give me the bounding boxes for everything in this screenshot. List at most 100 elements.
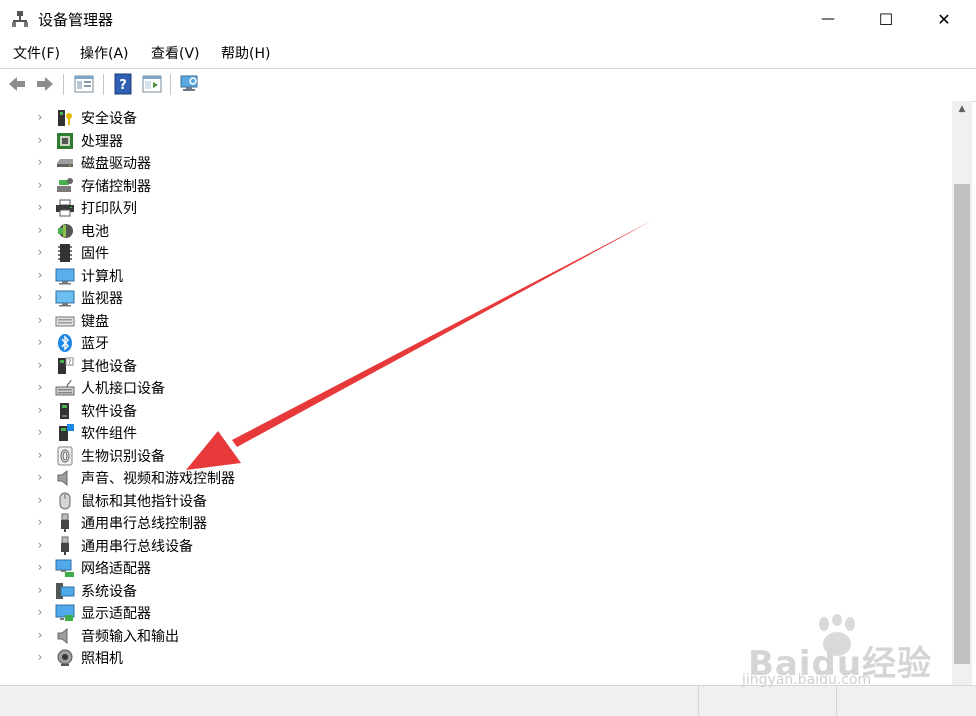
tree-item-label: 软件设备 — [81, 404, 137, 420]
tree-item-hid[interactable]: › 人机接口设备 — [0, 377, 900, 399]
tree-item-label: 安全设备 — [81, 111, 137, 127]
chevron-right-icon[interactable]: › — [34, 538, 46, 552]
status-bar-divider — [698, 686, 699, 716]
properties-icon[interactable] — [73, 73, 95, 95]
tree-item-label: 处理器 — [81, 134, 123, 150]
status-bar-divider — [836, 686, 837, 716]
title-bar: 设备管理器 — ☐ ✕ — [0, 0, 976, 38]
chevron-right-icon[interactable]: › — [34, 403, 46, 417]
menu-view[interactable]: 查看(V) — [151, 43, 200, 63]
status-bar — [0, 685, 976, 716]
tree-item-label: 通用串行总线设备 — [81, 539, 193, 555]
tree-item-label: 蓝牙 — [81, 336, 109, 352]
tree-item-usb-controllers[interactable]: › 通用串行总线控制器 — [0, 512, 900, 534]
scroll-thumb[interactable] — [954, 184, 970, 664]
watermark-url: jingyan.baidu.com — [742, 672, 872, 688]
close-icon: ✕ — [937, 9, 951, 29]
tree-item-system-devices[interactable]: › 系统设备 — [0, 580, 900, 602]
close-button[interactable]: ✕ — [915, 0, 973, 38]
chevron-right-icon[interactable]: › — [34, 628, 46, 642]
tree-item-other-devices[interactable]: › ? 其他设备 — [0, 355, 900, 377]
vertical-scrollbar[interactable]: ▲ — [952, 101, 972, 685]
speaker-icon — [57, 469, 68, 487]
chevron-right-icon[interactable]: › — [34, 583, 46, 597]
tree-item-label: 音频输入和输出 — [81, 629, 179, 645]
chevron-right-icon[interactable]: › — [34, 448, 46, 462]
firmware-icon — [58, 244, 72, 262]
chevron-right-icon[interactable]: › — [34, 245, 46, 259]
tree-item-label: 显示适配器 — [81, 606, 151, 622]
chevron-right-icon[interactable]: › — [34, 605, 46, 619]
tree-item-print-queues[interactable]: › 打印队列 — [0, 197, 900, 219]
maximize-button[interactable]: ☐ — [857, 0, 915, 38]
chevron-right-icon[interactable]: › — [34, 223, 46, 237]
software-device-icon — [60, 403, 69, 419]
tree-item-mice[interactable]: › 鼠标和其他指针设备 — [0, 490, 900, 512]
tree-item-sound-video-game-controllers[interactable]: › 声音、视频和游戏控制器 — [0, 467, 900, 489]
tree-item-disk-drives[interactable]: › 磁盘驱动器 — [0, 152, 900, 174]
tree-item-computer[interactable]: › 计算机 — [0, 265, 900, 287]
chevron-right-icon[interactable]: › — [34, 380, 46, 394]
toolbar-separator — [63, 74, 64, 95]
help-icon[interactable]: ? — [112, 73, 134, 95]
maximize-icon: ☐ — [878, 9, 894, 29]
chevron-right-icon[interactable]: › — [34, 470, 46, 484]
chevron-right-icon[interactable]: › — [34, 650, 46, 664]
chevron-right-icon[interactable]: › — [34, 133, 46, 147]
tree-item-usb-devices[interactable]: › 通用串行总线设备 — [0, 535, 900, 557]
tree-item-keyboards[interactable]: › 键盘 — [0, 310, 900, 332]
tree-item-processors[interactable]: › 处理器 — [0, 130, 900, 152]
tree-item-label: 系统设备 — [81, 584, 137, 600]
chevron-right-icon[interactable]: › — [34, 425, 46, 439]
toolbar: ? — [0, 68, 976, 102]
chevron-right-icon[interactable]: › — [34, 313, 46, 327]
chevron-right-icon[interactable]: › — [34, 110, 46, 124]
chevron-right-icon[interactable]: › — [34, 178, 46, 192]
tree-item-firmware[interactable]: › 固件 — [0, 242, 900, 264]
tree-item-software-devices[interactable]: › 软件设备 — [0, 400, 900, 422]
software-component-icon — [59, 424, 74, 441]
forward-arrow-icon[interactable] — [34, 73, 56, 95]
chevron-right-icon[interactable]: › — [34, 560, 46, 574]
tree-item-label: 磁盘驱动器 — [81, 156, 151, 172]
scan-hardware-icon[interactable] — [179, 73, 201, 95]
svg-text:?: ? — [119, 78, 127, 93]
tree-item-batteries[interactable]: › 电池 — [0, 220, 900, 242]
tree-item-label: 网络适配器 — [81, 561, 151, 577]
tree-item-storage-controllers[interactable]: › 存储控制器 — [0, 175, 900, 197]
tree-item-software-components[interactable]: › 软件组件 — [0, 422, 900, 444]
system-device-icon — [56, 583, 75, 599]
chevron-right-icon[interactable]: › — [34, 358, 46, 372]
usb-controller-icon — [61, 513, 69, 532]
tree-item-label: 电池 — [81, 224, 109, 240]
tree-item-bluetooth[interactable]: › 蓝牙 — [0, 332, 900, 354]
menu-action[interactable]: 操作(A) — [80, 43, 129, 63]
chevron-right-icon[interactable]: › — [34, 200, 46, 214]
menu-file[interactable]: 文件(F) — [13, 43, 60, 63]
tree-item-label: 计算机 — [81, 269, 123, 285]
camera-icon — [57, 649, 73, 666]
scroll-up-arrow-icon[interactable]: ▲ — [952, 101, 972, 117]
chevron-right-icon[interactable]: › — [34, 290, 46, 304]
toolbar-separator — [170, 74, 171, 95]
svg-text:?: ? — [68, 359, 71, 366]
chevron-right-icon[interactable]: › — [34, 335, 46, 349]
tree-item-biometric-devices[interactable]: › 生物识别设备 — [0, 445, 900, 467]
tree-item-label: 打印队列 — [81, 201, 137, 217]
chevron-right-icon[interactable]: › — [34, 268, 46, 282]
chevron-right-icon[interactable]: › — [34, 155, 46, 169]
details-view-icon[interactable] — [141, 73, 163, 95]
back-arrow-icon[interactable] — [6, 73, 28, 95]
tree-item-display-adapters[interactable]: › 显示适配器 — [0, 602, 900, 624]
tree-item-monitors[interactable]: › 监视器 — [0, 287, 900, 309]
window-title: 设备管理器 — [38, 11, 114, 29]
tree-item-security-devices[interactable]: › 安全设备 — [0, 107, 900, 129]
hid-icon — [55, 379, 75, 396]
minimize-button[interactable]: — — [799, 0, 857, 38]
chevron-right-icon[interactable]: › — [34, 493, 46, 507]
bluetooth-icon — [58, 334, 72, 352]
processor-icon — [57, 133, 73, 149]
tree-item-network-adapters[interactable]: › 网络适配器 — [0, 557, 900, 579]
chevron-right-icon[interactable]: › — [34, 515, 46, 529]
menu-help[interactable]: 帮助(H) — [221, 43, 270, 63]
